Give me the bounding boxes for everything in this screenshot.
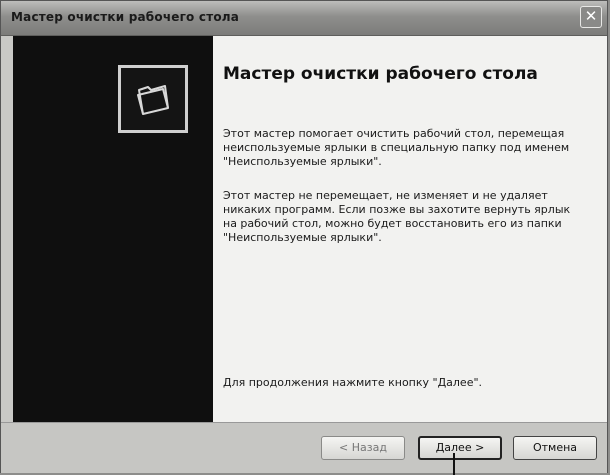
close-icon: ✕: [584, 7, 598, 25]
page-title: Мастер очистки рабочего стола: [223, 64, 538, 84]
title-bar[interactable]: Мастер очистки рабочего стола ✕: [1, 1, 607, 36]
folder-icon: [137, 85, 169, 115]
button-bar: < Назад Далее > Отмена: [1, 422, 607, 473]
close-button[interactable]: ✕: [580, 6, 602, 28]
wizard-window: Мастер очистки рабочего стола ✕ Мастер о…: [0, 0, 608, 473]
window-title: Мастер очистки рабочего стола: [11, 10, 240, 24]
wizard-side-panel: [13, 36, 213, 422]
mouse-pointer: [453, 453, 455, 475]
next-button[interactable]: Далее >: [418, 436, 502, 460]
description-paragraph-2: Этот мастер не перемещает, не изменяет и…: [223, 189, 571, 244]
wizard-content: Мастер очистки рабочего стола Этот масте…: [213, 36, 607, 422]
description-paragraph-1: Этот мастер помогает очистить рабочий ст…: [223, 127, 570, 168]
cancel-button[interactable]: Отмена: [513, 436, 597, 460]
back-button[interactable]: < Назад: [321, 436, 405, 460]
wizard-icon-frame: [118, 65, 188, 133]
instruction-text: Для продолжения нажмите кнопку "Далее".: [223, 376, 483, 389]
